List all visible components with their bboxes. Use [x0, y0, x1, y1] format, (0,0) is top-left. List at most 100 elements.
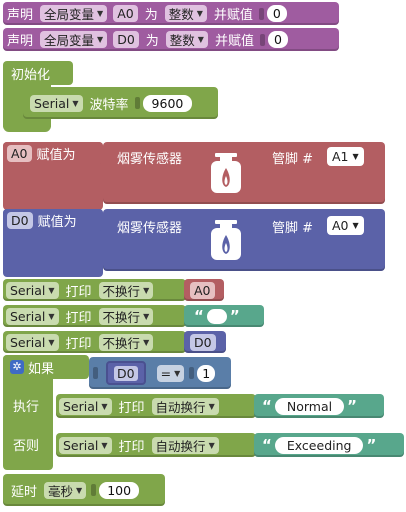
if-header: ✲ 如果 [3, 355, 89, 379]
serial-dropdown[interactable]: Serial ▼ [6, 333, 59, 351]
chevron-down-icon: ▼ [174, 368, 181, 378]
assign-a0-header: A0 赋值为 [3, 142, 103, 164]
newline-mode-dropdown[interactable]: 自动换行 ▼ [151, 436, 219, 454]
connector-nub [93, 367, 98, 379]
value-field[interactable]: 0 [267, 31, 288, 48]
connector-nub [258, 7, 264, 20]
pin-label: 管脚 # [272, 152, 314, 167]
compare-block[interactable]: D0 = ▼ 1 [89, 357, 231, 389]
assign-label: 并赋值 [213, 8, 253, 23]
smoke-sensor-b-block[interactable]: 烟雾传感器 管脚 # A0 ▼ [103, 209, 385, 271]
delay-value-field[interactable]: 100 [99, 481, 140, 499]
type-dropdown[interactable]: 整数 ▼ [165, 31, 208, 48]
var-ref-a0[interactable]: A0 [184, 279, 224, 301]
chevron-down-icon: ▼ [352, 152, 359, 161]
print-label: 打印 [118, 439, 145, 455]
baud-label: 波特率 [89, 97, 129, 113]
declare-label: 声明 [7, 8, 34, 23]
chevron-down-icon: ▼ [143, 285, 150, 295]
assign-label: 赋值为 [36, 147, 76, 163]
open-quote-icon: “ [262, 397, 272, 415]
open-quote-icon: “ [194, 307, 204, 325]
serial-dropdown[interactable]: Serial ▼ [6, 307, 59, 325]
scope-value: 全局变量 [44, 33, 95, 48]
text-field[interactable]: Exceeding [274, 436, 364, 454]
chevron-down-icon: ▼ [197, 35, 204, 44]
newline-mode-dropdown[interactable]: 不换行 ▼ [98, 281, 154, 299]
scope-dropdown[interactable]: 全局变量 ▼ [40, 31, 108, 48]
connector-nub [91, 484, 97, 496]
newline-mode-dropdown[interactable]: 不换行 ▼ [98, 307, 154, 325]
text-field[interactable]: Normal [274, 397, 345, 415]
serial-dropdown[interactable]: Serial ▼ [30, 94, 83, 112]
newline-mode-dropdown[interactable]: 不换行 ▼ [98, 333, 154, 351]
serial-value: Serial [63, 437, 99, 453]
chevron-down-icon: ▼ [196, 9, 203, 18]
chevron-down-icon: ▼ [352, 221, 359, 230]
serial-dropdown[interactable]: Serial ▼ [59, 397, 112, 415]
var-field[interactable]: A0 [7, 144, 32, 162]
text-field[interactable] [206, 308, 227, 324]
delay-block[interactable]: 延时 毫秒 ▼ 100 [3, 474, 165, 506]
print-label: 打印 [118, 400, 145, 416]
chevron-down-icon: ▼ [143, 311, 150, 321]
else-text-block[interactable]: “ Exceeding ” [254, 433, 404, 457]
chevron-down-icon: ▼ [48, 285, 55, 295]
pin-dropdown[interactable]: A1 ▼ [327, 147, 364, 166]
as-label: 为 [144, 8, 158, 23]
sensor-name: 烟雾传感器 [117, 221, 183, 236]
setup-footer [3, 120, 51, 132]
serial-value: Serial [10, 308, 46, 324]
chevron-down-icon: ▼ [143, 337, 150, 347]
serial-print-block-3[interactable]: Serial ▼ 打印 不换行 ▼ [3, 331, 186, 353]
else-serial-print-block[interactable]: Serial ▼ 打印 自动换行 ▼ [56, 433, 256, 457]
compare-right-value[interactable]: 1 [197, 364, 216, 382]
serial-begin-block[interactable]: Serial ▼ 波特率 9600 [23, 87, 218, 119]
value-field[interactable]: 0 [266, 5, 287, 22]
global-var-a0-block[interactable]: 声明 全局变量 ▼ A0 为 整数 ▼ 并赋值 0 [3, 2, 339, 25]
serial-print-block-1[interactable]: Serial ▼ 打印 不换行 ▼ [3, 279, 186, 301]
var-value: A0 [190, 281, 215, 299]
operator-value: = [160, 365, 172, 381]
var-name-field[interactable]: A0 [113, 5, 138, 22]
print-label: 打印 [65, 310, 92, 326]
var-field[interactable]: D0 [7, 211, 33, 229]
operator-dropdown[interactable]: = ▼ [156, 364, 185, 382]
serial-dropdown[interactable]: Serial ▼ [59, 436, 112, 454]
mode-value: 不换行 [102, 309, 141, 325]
var-value: D0 [114, 365, 138, 381]
pin-value: A0 [332, 218, 349, 233]
serial-value: Serial [10, 334, 46, 350]
compare-left-var[interactable]: D0 [106, 361, 146, 385]
type-value: 整数 [169, 33, 195, 48]
serial-value: Serial [34, 95, 70, 111]
scope-value: 全局变量 [44, 7, 95, 22]
setup-title: 初始化 [11, 67, 51, 83]
then-serial-print-block[interactable]: Serial ▼ 打印 自动换行 ▼ [56, 394, 256, 418]
print-label: 打印 [65, 284, 92, 300]
var-ref-d0[interactable]: D0 [184, 331, 226, 353]
then-text-block[interactable]: “ Normal ” [254, 394, 384, 418]
type-dropdown[interactable]: 整数 ▼ [164, 5, 207, 22]
text-block-empty[interactable]: “ ” [184, 305, 264, 327]
var-name-value: D0 [117, 32, 135, 47]
gear-icon[interactable]: ✲ [10, 360, 24, 374]
smoke-sensor-icon [211, 153, 241, 193]
baud-field[interactable]: 9600 [142, 94, 193, 112]
scope-dropdown[interactable]: 全局变量 ▼ [40, 5, 108, 22]
sensor-name: 烟雾传感器 [117, 152, 183, 167]
global-var-d0-block[interactable]: 声明 全局变量 ▼ D0 为 整数 ▼ 并赋值 0 [3, 28, 339, 51]
serial-dropdown[interactable]: Serial ▼ [6, 281, 59, 299]
pin-dropdown[interactable]: A0 ▼ [327, 216, 364, 235]
serial-print-block-2[interactable]: Serial ▼ 打印 不换行 ▼ [3, 305, 186, 327]
newline-mode-dropdown[interactable]: 自动换行 ▼ [151, 397, 219, 415]
unit-dropdown[interactable]: 毫秒 ▼ [44, 481, 87, 499]
smoke-sensor-icon [211, 220, 241, 260]
mode-value: 自动换行 [155, 438, 206, 454]
smoke-sensor-a-block[interactable]: 烟雾传感器 管脚 # A1 ▼ [103, 142, 385, 204]
serial-value: Serial [63, 398, 99, 414]
assign-d0-header: D0 赋值为 [3, 209, 103, 231]
var-name-field[interactable]: D0 [113, 31, 139, 48]
var-value: D0 [190, 333, 216, 351]
mode-value: 自动换行 [155, 399, 206, 415]
